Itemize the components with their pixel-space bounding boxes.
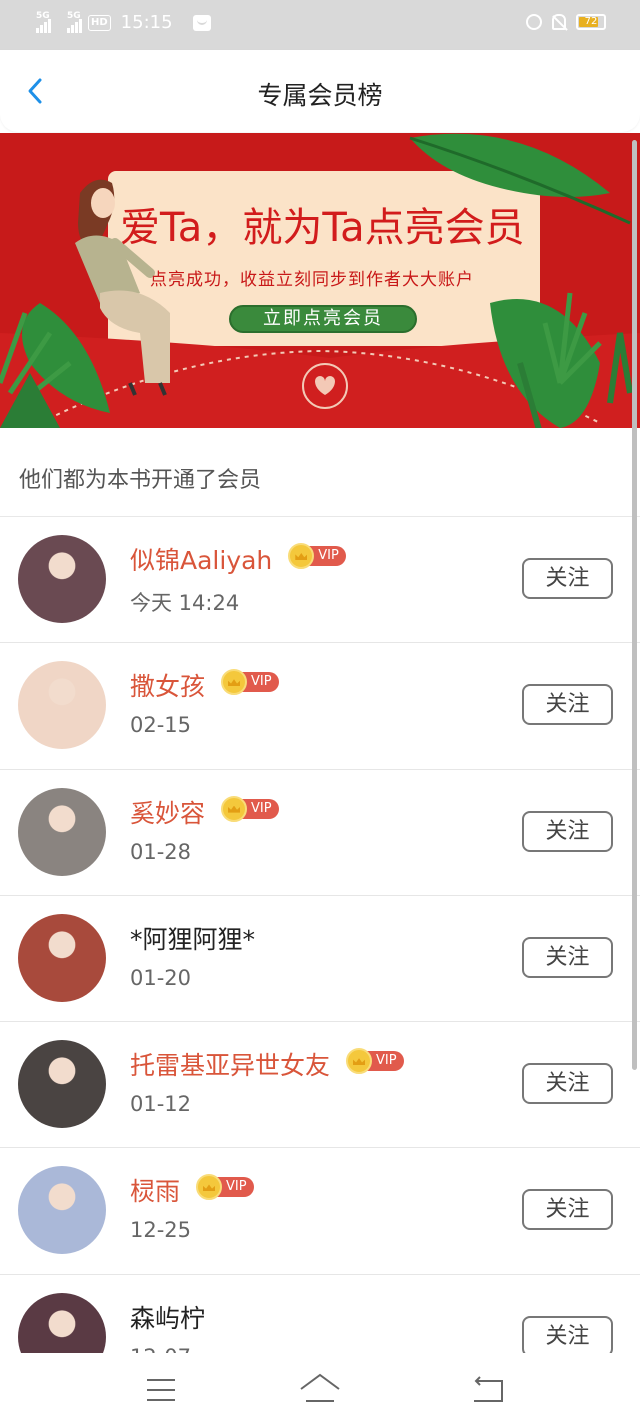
back-icon[interactable] [470,1375,506,1405]
status-right: 72 [526,14,606,30]
avatar[interactable] [18,913,106,1002]
status-time: 15:15 [120,12,173,33]
follow-button[interactable]: 关注 [522,558,613,599]
battery-icon: 72 [576,14,606,30]
follow-button[interactable]: 关注 [522,1315,613,1353]
vip-badge: VIP [346,1048,404,1075]
home-icon[interactable] [298,1371,342,1405]
member-name[interactable]: 似锦Aaliyah [130,541,272,577]
avatar[interactable] [18,535,106,623]
member-name[interactable]: *阿狸阿狸* [130,920,255,956]
alarm-icon [526,14,542,30]
status-bar: 5G 5G HD 15:15 72 [0,0,640,50]
follow-button[interactable]: 关注 [522,684,613,726]
network-label: 5G [36,10,50,21]
member-date: 01-12 [130,1092,192,1117]
member-name[interactable]: 奚妙容 [130,794,205,830]
member-list: 似锦Aaliyah 今天 14:24 VIP 关注 撒女孩 02-15 VIP 关注 奚妙容 01… [0,517,640,1353]
mute-bell-icon [552,14,566,30]
page-title: 专属会员榜 [257,81,383,110]
scrollbar[interactable] [632,140,637,1070]
battery-level: 72 [584,16,598,27]
avatar[interactable] [18,1292,106,1353]
hd-icon: HD [88,14,111,31]
list-item[interactable]: 似锦Aaliyah 今天 14:24 VIP 关注 [0,517,640,644]
follow-button[interactable]: 关注 [522,1063,613,1105]
banner-title: 爱Ta，就为Ta点亮会员 [120,205,525,251]
vip-badge: VIP [221,669,279,696]
vip-badge: VIP [221,795,279,822]
menu-icon[interactable] [145,1377,177,1403]
list-item[interactable]: 撒女孩 02-15 VIP 关注 [0,643,640,770]
member-date: 01-20 [130,965,192,990]
message-icon [192,14,211,31]
list-item[interactable]: 森屿柠 12-07 关注 [0,1275,640,1353]
promo-banner[interactable]: 爱Ta，就为Ta点亮会员 点亮成功，收益立刻同步到作者大大账户 立即点亮会员 [0,133,640,428]
crown-icon [221,795,248,822]
list-item[interactable]: 棂雨 12-25 VIP 关注 [0,1148,640,1275]
member-date: 12-25 [130,1218,192,1243]
section-heading: 他们都为本书开通了会员 [0,428,640,517]
signal-icon: 5G [36,10,51,33]
member-date: 今天 14:24 [130,591,240,615]
banner-subtitle: 点亮成功，收益立刻同步到作者大大账户 [150,270,474,290]
member-date: 01-28 [130,839,192,864]
member-date: 02-15 [130,713,192,738]
signal-icon: 5G [67,10,82,33]
vip-badge: VIP [288,543,346,569]
section-title: 他们都为本书开通了会员 [19,468,262,493]
member-name[interactable]: 撒女孩 [130,667,205,703]
network-label: 5G [67,10,81,21]
status-left: 5G 5G HD 15:15 [36,10,211,33]
list-item[interactable]: 奚妙容 01-28 VIP 关注 [0,770,640,896]
system-nav-bar [0,1353,640,1427]
member-date: 12-07 [130,1345,191,1353]
member-name[interactable]: 森屿柠 [130,1299,205,1335]
light-up-membership-button[interactable]: 立即点亮会员 [229,305,417,333]
follow-button[interactable]: 关注 [522,1189,613,1231]
avatar[interactable] [18,1166,106,1255]
follow-button[interactable]: 关注 [522,810,613,852]
avatar[interactable] [18,1040,106,1129]
member-name[interactable]: 棂雨 [130,1172,180,1208]
app-header: 专属会员榜 [0,50,640,132]
avatar[interactable] [18,661,106,750]
vip-badge: VIP [196,1174,254,1201]
follow-button[interactable]: 关注 [522,936,613,978]
avatar[interactable] [18,787,106,876]
list-item[interactable]: *阿狸阿狸* 01-20 关注 [0,896,640,1023]
list-item[interactable]: 托雷基亚异世女友 01-12 VIP 关注 [0,1022,640,1149]
member-name[interactable]: 托雷基亚异世女友 [130,1046,330,1082]
